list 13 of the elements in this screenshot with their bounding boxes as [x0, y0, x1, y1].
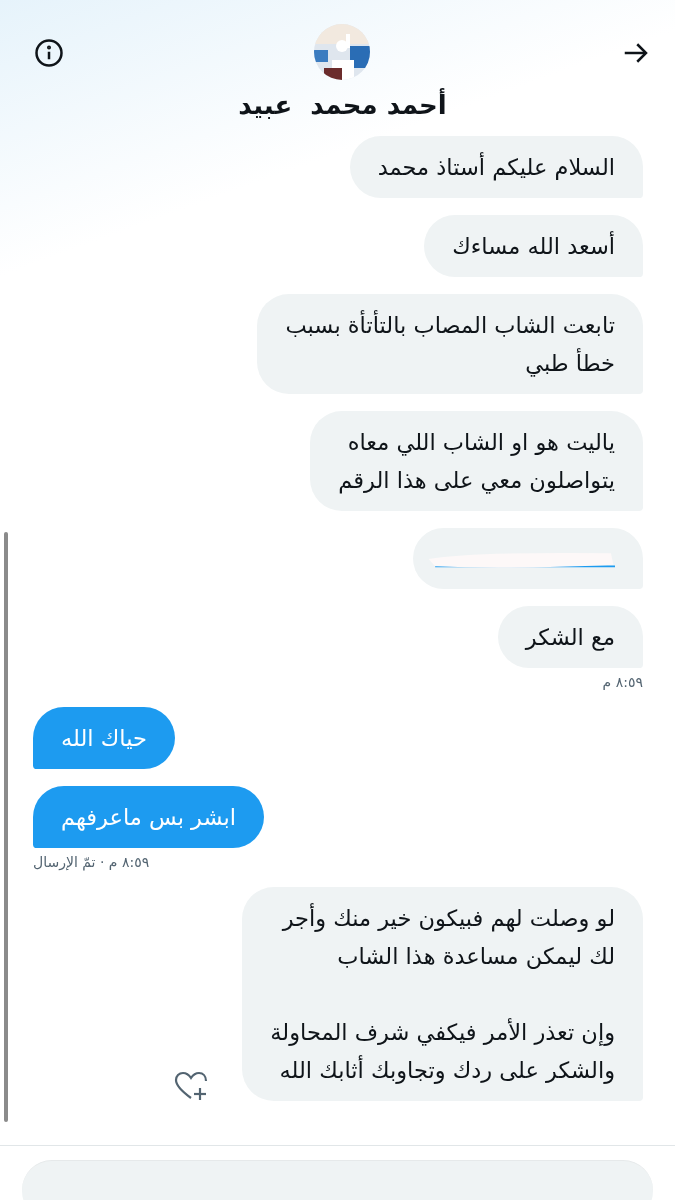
message-bubble: مع الشكر	[497, 606, 643, 668]
message-bubble: لو وصلت لهم فبيكون خير منك وأجر لك ليمكن مساعدة هذا الشاب وإن تعذر الأمر فيكفي شرف المحاولة والشكر على ردك وتجاوبك أثابك الله	[242, 887, 643, 1101]
message-bubble: ابشر بس ماعرفهم	[33, 786, 265, 848]
message-bubble: أسعد الله مساءك	[424, 215, 643, 277]
contact-name: أحمد محمد عبيد	[238, 90, 447, 120]
message-time: ٨:٥٩ م · تمّ الإرسال	[33, 854, 150, 870]
message-bubble: السلام عليكم أستاذ محمد	[349, 136, 643, 198]
message-bubble: ياليت هو او الشاب اللي معاه يتواصلون معي على هذا الرقم	[310, 411, 643, 511]
message-time: ٨:٥٩ م	[602, 674, 643, 690]
heart-plus-icon[interactable]	[174, 1071, 209, 1101]
info-button[interactable]	[32, 36, 66, 70]
message-bubble: تابعت الشاب المصاب بالتأتأة بسبب خطأ طبي	[257, 294, 643, 394]
message-bubble: حياك الله	[33, 707, 175, 769]
